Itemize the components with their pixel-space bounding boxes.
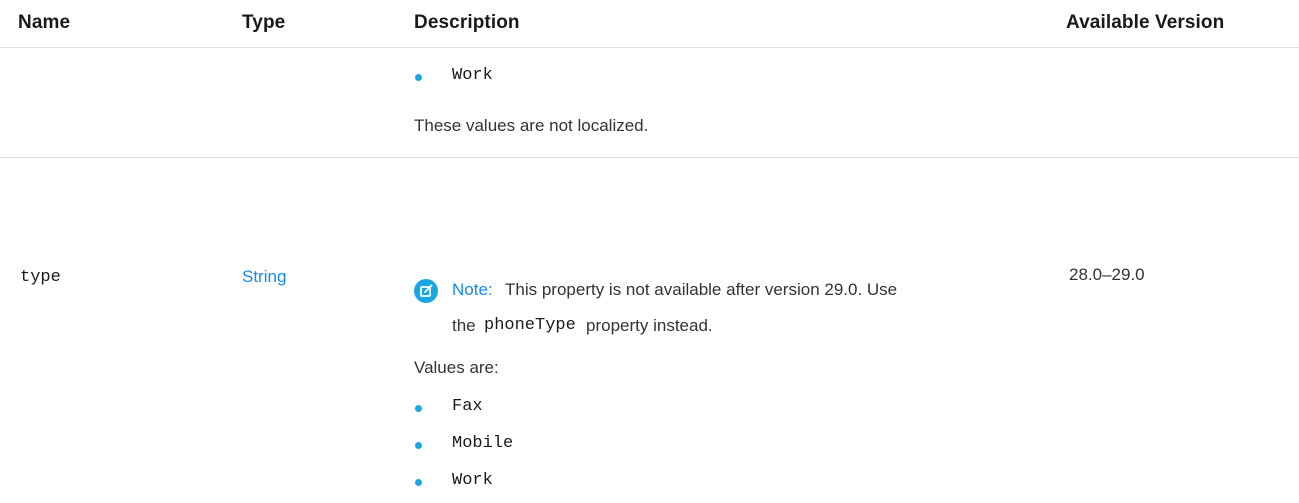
- note-edit-icon: [414, 279, 438, 303]
- values-intro: Values are:: [414, 358, 499, 377]
- list-item: Work: [452, 66, 493, 85]
- note-text-line1: This property is not available after ver…: [505, 280, 898, 299]
- note-label: Note:: [452, 280, 493, 299]
- field-name: type: [20, 268, 61, 287]
- header-type: Type: [242, 12, 286, 33]
- bullet-icon: [415, 479, 422, 486]
- table-header: Name Type Description Available Version: [0, 0, 1299, 48]
- header-name: Name: [18, 12, 71, 33]
- bullet-icon: [415, 442, 422, 449]
- header-divider: [0, 47, 1299, 48]
- header-available-version: Available Version: [1066, 12, 1225, 33]
- list-item: Fax: [452, 397, 483, 416]
- note-text-line2: property instead.: [586, 316, 713, 335]
- bullet-icon: [415, 74, 422, 81]
- type-link[interactable]: String: [242, 267, 286, 287]
- bullet-icon: [415, 405, 422, 412]
- list-item: Work: [452, 471, 493, 490]
- note-text-the: the: [452, 316, 476, 335]
- row-divider: [0, 157, 1299, 158]
- available-version: 28.0–29.0: [1069, 265, 1145, 284]
- description-footer: These values are not localized.: [414, 116, 649, 135]
- list-item: Mobile: [452, 434, 514, 453]
- note-code-phonetype: phoneType: [484, 316, 576, 335]
- header-description: Description: [414, 12, 520, 33]
